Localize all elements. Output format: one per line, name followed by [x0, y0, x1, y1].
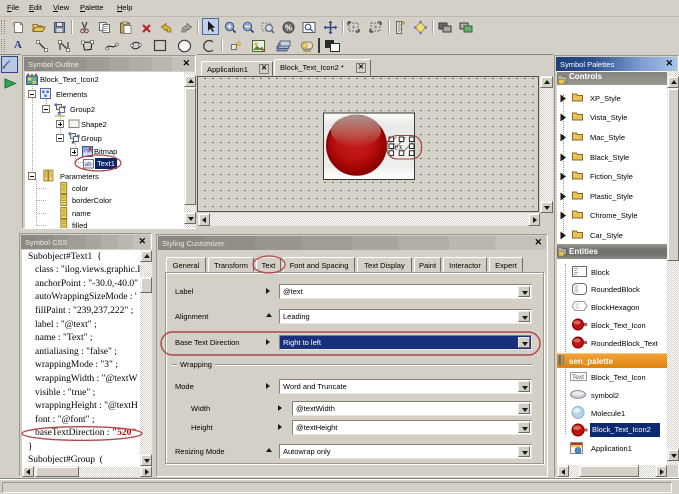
svg-text:%: % [285, 24, 292, 33]
svg-text:Text: Text [572, 374, 584, 381]
